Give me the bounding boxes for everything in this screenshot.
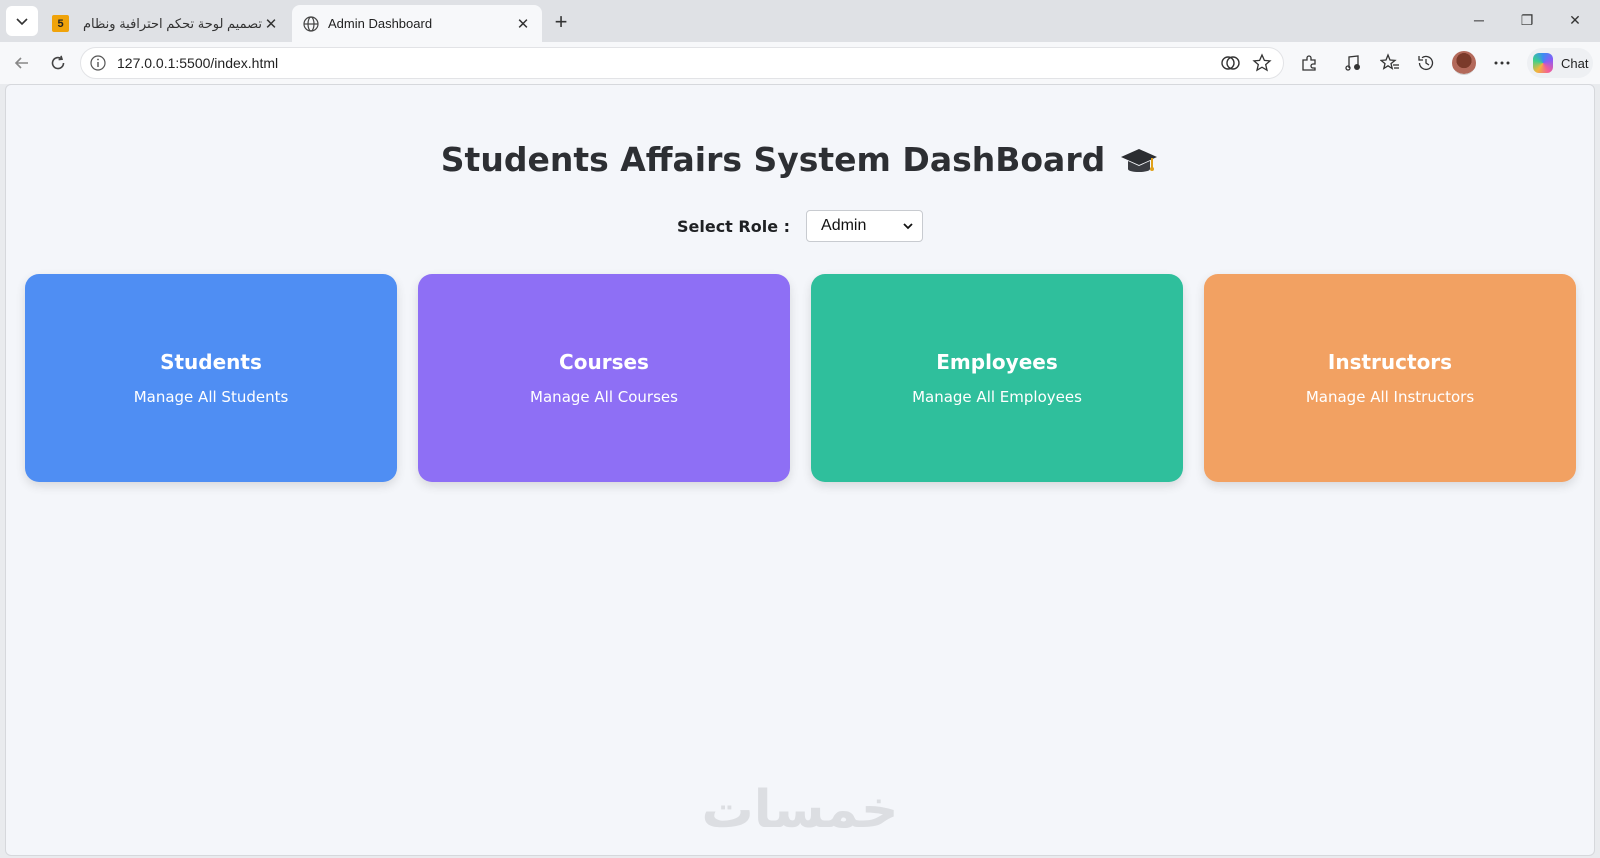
- info-icon[interactable]: [89, 54, 107, 72]
- card-title: Instructors: [1327, 350, 1453, 374]
- reload-button[interactable]: [44, 49, 72, 77]
- card-courses[interactable]: Courses Manage All Courses: [418, 274, 790, 482]
- tab-strip: 5 تصميم لوحة تحكم احترافية ونظام إدار ✕ …: [0, 0, 1600, 42]
- close-tab-icon[interactable]: ✕: [262, 15, 280, 33]
- role-selector-row: Select Role : Admin: [6, 210, 1594, 242]
- tab-arabic[interactable]: 5 تصميم لوحة تحكم احترافية ونظام إدار ✕: [44, 5, 288, 42]
- restore-icon[interactable]: ❐: [1504, 6, 1550, 34]
- page-title: Students Affairs System DashBoard: [6, 140, 1594, 179]
- card-subtitle: Manage All Courses: [530, 388, 678, 406]
- role-selected-value: Admin: [821, 217, 867, 234]
- favorite-star-icon[interactable]: [1251, 52, 1273, 74]
- tab-list-button[interactable]: [6, 6, 38, 36]
- close-tab-icon[interactable]: ✕: [514, 15, 532, 33]
- card-instructors[interactable]: Instructors Manage All Instructors: [1204, 274, 1576, 482]
- card-title: Courses: [559, 350, 649, 374]
- card-students[interactable]: Students Manage All Students: [25, 274, 397, 482]
- globe-icon: [303, 15, 319, 32]
- reload-icon: [51, 55, 65, 70]
- chevron-down-icon: [16, 18, 28, 26]
- browser-toolbar: 127.0.0.1:5500/index.html Chat: [0, 42, 1600, 84]
- favorites-icon[interactable]: [1378, 51, 1402, 75]
- chat-label: Chat: [1561, 55, 1589, 71]
- chevron-down-icon: [903, 223, 913, 230]
- watermark-logo: خمسات: [701, 780, 899, 840]
- card-employees[interactable]: Employees Manage All Employees: [811, 274, 1183, 482]
- graduation-cap-icon: [1121, 148, 1158, 172]
- extensions-icon[interactable]: [1297, 51, 1321, 75]
- url-text[interactable]: 127.0.0.1:5500/index.html: [117, 55, 278, 71]
- card-subtitle: Manage All Students: [133, 388, 289, 406]
- page-title-text: Students Affairs System DashBoard: [440, 140, 1106, 179]
- card-title: Students: [160, 350, 262, 374]
- more-menu-icon[interactable]: [1490, 51, 1514, 75]
- tab-admin-dashboard[interactable]: Admin Dashboard ✕: [292, 5, 542, 42]
- new-tab-button[interactable]: +: [548, 9, 574, 35]
- arrow-left-icon: [14, 57, 28, 69]
- minimize-icon[interactable]: ─: [1456, 6, 1502, 34]
- close-window-icon[interactable]: ✕: [1552, 6, 1598, 34]
- site-favicon-icon: 5: [52, 15, 69, 32]
- history-icon[interactable]: [1414, 51, 1438, 75]
- card-subtitle: Manage All Employees: [912, 388, 1082, 406]
- copilot-chat-button[interactable]: Chat: [1527, 48, 1593, 78]
- card-title: Employees: [936, 350, 1058, 374]
- media-icon[interactable]: [1341, 51, 1365, 75]
- tab-title: Admin Dashboard: [328, 16, 433, 31]
- dashboard-cards: Students Manage All Students Courses Man…: [25, 274, 1576, 484]
- back-button[interactable]: [8, 49, 36, 77]
- page-viewport: Students Affairs System DashBoard Select…: [5, 84, 1595, 856]
- translate-icon[interactable]: [1219, 52, 1241, 74]
- card-subtitle: Manage All Instructors: [1305, 388, 1475, 406]
- profile-avatar[interactable]: [1452, 51, 1476, 75]
- role-label: Select Role :: [676, 216, 791, 236]
- copilot-icon: [1533, 53, 1553, 73]
- role-select[interactable]: Admin: [806, 210, 924, 242]
- address-bar[interactable]: 127.0.0.1:5500/index.html: [80, 47, 1284, 79]
- tab-title: تصميم لوحة تحكم احترافية ونظام إدار: [79, 15, 262, 31]
